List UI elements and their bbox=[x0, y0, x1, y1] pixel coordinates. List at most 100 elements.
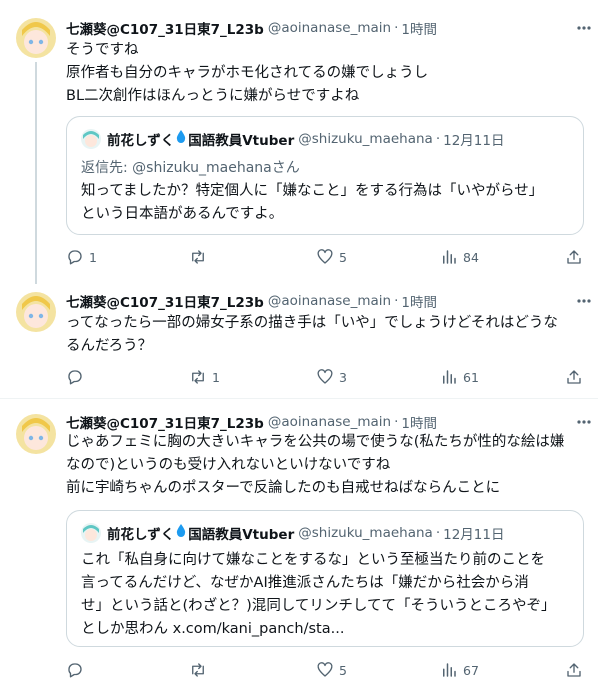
quote-text: これ「私自身に向けて嫌なことをするな」という至極当たり前のことを 言ってるんだけ… bbox=[81, 549, 573, 641]
replying-to: 返信先: @shizuku_maehanaさん bbox=[81, 160, 300, 176]
tweet-actions: 1 3 61 bbox=[66, 366, 586, 388]
reply-count: 1 bbox=[89, 249, 97, 265]
like-icon bbox=[317, 249, 333, 264]
separator-dot: · bbox=[435, 131, 441, 147]
tweet-line: 前に宇崎ちゃんのポスターで反論したのも自戒せねばならんことに bbox=[66, 480, 501, 496]
quote-line: せ」という話と(わざと？)混同してリンチしてて「そういうところやぞ」 bbox=[81, 598, 556, 614]
like-button[interactable]: 5 bbox=[316, 659, 347, 681]
tweet-line: るんだろう？ bbox=[66, 338, 153, 354]
separator-dot: · bbox=[435, 525, 441, 541]
author-avatar[interactable] bbox=[16, 292, 56, 332]
droplet-icon bbox=[176, 130, 186, 148]
reply-icon bbox=[68, 250, 82, 265]
quote-header: 前花しずく 国語教員Vtuber @shizuku_maehana · 12月1… bbox=[81, 523, 504, 543]
author-handle[interactable]: @aoinanase_main bbox=[268, 20, 391, 36]
quote-author-handle: @shizuku_maehana bbox=[298, 525, 433, 541]
tweet-line: BL二次創作はほんっとうに嫌がらせですよね bbox=[66, 88, 360, 104]
author-handle[interactable]: @aoinanase_main bbox=[268, 414, 391, 430]
share-icon bbox=[567, 663, 581, 677]
more-icon[interactable] bbox=[574, 18, 594, 38]
quoted-tweet[interactable]: 前花しずく 国語教員Vtuber @shizuku_maehana · 12月1… bbox=[66, 510, 584, 647]
tweet-1[interactable]: 七瀬葵@C107_31日東7_L23b @aoinanase_main · 1時… bbox=[0, 0, 598, 284]
share-button[interactable] bbox=[565, 246, 583, 268]
author-name[interactable]: 七瀬葵@C107_31日東7_L23b bbox=[66, 412, 264, 432]
quote-header: 前花しずく 国語教員Vtuber @shizuku_maehana · 12月1… bbox=[81, 129, 504, 149]
tweet-time[interactable]: 1時間 bbox=[401, 412, 437, 432]
separator-dot: · bbox=[394, 20, 399, 36]
quote-avatar bbox=[81, 523, 101, 543]
tweet-actions: 5 67 bbox=[66, 659, 586, 681]
retweet-icon bbox=[192, 663, 204, 677]
views-button[interactable]: 67 bbox=[440, 659, 479, 681]
tweet-3[interactable]: 七瀬葵@C107_31日東7_L23b @aoinanase_main · 1時… bbox=[0, 399, 598, 698]
author-name[interactable]: 七瀬葵@C107_31日東7_L23b bbox=[66, 291, 264, 311]
views-icon bbox=[443, 250, 456, 264]
quoted-tweet[interactable]: 前花しずく 国語教員Vtuber @shizuku_maehana · 12月1… bbox=[66, 116, 584, 235]
like-count: 5 bbox=[339, 662, 347, 678]
retweet-button[interactable] bbox=[189, 246, 212, 268]
retweet-count: 1 bbox=[212, 369, 220, 385]
tweet-text: そうですね 原作者も自分のキャラがホモ化されてるの嫌でしょうし BL二次創作はほ… bbox=[66, 39, 584, 108]
tweet-text: じゃあフェミに胸の大きいキャラを公共の場で使うな(私たちが性的な絵は嫌 なので)… bbox=[66, 431, 584, 500]
tweet-time[interactable]: 1時間 bbox=[401, 18, 437, 38]
tweet-header: 七瀬葵@C107_31日東7_L23b @aoinanase_main · 1時… bbox=[66, 291, 586, 311]
tweet-2[interactable]: 七瀬葵@C107_31日東7_L23b @aoinanase_main · 1時… bbox=[0, 281, 598, 398]
author-handle[interactable]: @aoinanase_main bbox=[268, 293, 391, 309]
tweet-line: ってなったら一部の婦女子系の描き手は「いや」でしょうけどそれはどうな bbox=[66, 315, 558, 331]
tweet-time[interactable]: 1時間 bbox=[401, 291, 437, 311]
retweet-icon bbox=[192, 250, 204, 264]
reply-button[interactable] bbox=[66, 659, 89, 681]
more-icon[interactable] bbox=[574, 291, 594, 311]
views-icon bbox=[443, 663, 456, 677]
droplet-icon bbox=[176, 524, 186, 542]
views-icon bbox=[443, 370, 456, 384]
views-count: 67 bbox=[463, 662, 479, 678]
reply-icon bbox=[68, 663, 82, 678]
share-button[interactable] bbox=[565, 659, 583, 681]
like-button[interactable]: 5 bbox=[316, 246, 347, 268]
like-count: 3 bbox=[339, 369, 347, 385]
quote-line: としか思わん x.com/kani_panch/sta... bbox=[81, 621, 345, 637]
tweet-line: 原作者も自分のキャラがホモ化されてるの嫌でしょうし bbox=[66, 65, 429, 81]
retweet-icon bbox=[192, 370, 204, 384]
like-count: 5 bbox=[339, 249, 347, 265]
tweet-header: 七瀬葵@C107_31日東7_L23b @aoinanase_main · 1時… bbox=[66, 18, 586, 38]
share-icon bbox=[567, 370, 581, 384]
like-icon bbox=[317, 662, 333, 677]
tweet-header: 七瀬葵@C107_31日東7_L23b @aoinanase_main · 1時… bbox=[66, 412, 586, 432]
tweet-text: ってなったら一部の婦女子系の描き手は「いや」でしょうけどそれはどうな るんだろう… bbox=[66, 312, 584, 358]
quote-author-handle: @shizuku_maehana bbox=[298, 131, 433, 147]
tweet-line: なので)というのも受け入れないといけないですね bbox=[66, 457, 391, 473]
views-count: 84 bbox=[463, 249, 479, 265]
author-avatar[interactable] bbox=[16, 414, 56, 454]
more-icon[interactable] bbox=[574, 412, 594, 432]
retweet-button[interactable] bbox=[189, 659, 212, 681]
author-name[interactable]: 七瀬葵@C107_31日東7_L23b bbox=[66, 18, 264, 38]
separator-dot: · bbox=[394, 293, 399, 309]
quote-author-name: 前花しずく bbox=[107, 133, 175, 149]
reply-icon bbox=[68, 370, 82, 385]
reply-button[interactable] bbox=[66, 366, 89, 388]
quote-line: 言ってるんだけど、なぜかAI推進派さんたちは「嫌だから社会から消 bbox=[81, 575, 529, 591]
author-avatar[interactable] bbox=[16, 18, 56, 58]
share-icon bbox=[567, 250, 581, 264]
quote-line: 知ってましたか？特定個人に「嫌なこと」をする行為は「いやがらせ」 bbox=[81, 183, 544, 199]
views-button[interactable]: 84 bbox=[440, 246, 479, 268]
retweet-button[interactable]: 1 bbox=[189, 366, 220, 388]
quote-line: これ「私自身に向けて嫌なことをするな」という至極当たり前のことを bbox=[81, 552, 545, 568]
share-button[interactable] bbox=[565, 366, 583, 388]
quote-avatar bbox=[81, 129, 101, 149]
tweet-actions: 1 5 84 bbox=[66, 246, 586, 268]
quote-author-title: 国語教員Vtuber bbox=[188, 527, 295, 543]
quote-date: 12月11日 bbox=[443, 527, 505, 543]
like-icon bbox=[317, 369, 333, 384]
quote-author-title: 国語教員Vtuber bbox=[188, 133, 295, 149]
like-button[interactable]: 3 bbox=[316, 366, 347, 388]
quote-line: という日本語があるんですよ。 bbox=[81, 206, 284, 222]
quote-text: 知ってましたか？特定個人に「嫌なこと」をする行為は「いやがらせ」 という日本語が… bbox=[81, 180, 573, 226]
views-button[interactable]: 61 bbox=[440, 366, 479, 388]
reply-button[interactable]: 1 bbox=[66, 246, 97, 268]
views-count: 61 bbox=[463, 369, 479, 385]
tweet-line: じゃあフェミに胸の大きいキャラを公共の場で使うな(私たちが性的な絵は嫌 bbox=[66, 434, 565, 450]
tweet-line: そうですね bbox=[66, 42, 139, 58]
